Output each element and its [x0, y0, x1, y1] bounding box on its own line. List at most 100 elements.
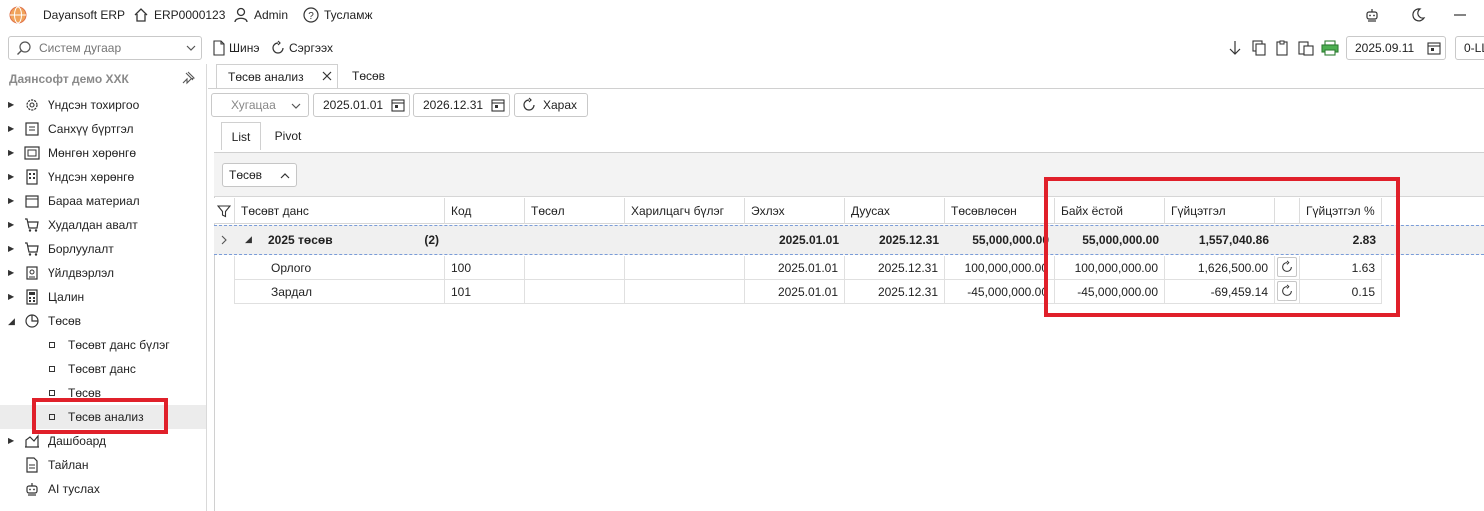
expand-arrow-icon[interactable]: ▶ — [8, 292, 16, 302]
row-refresh-button[interactable] — [1277, 281, 1297, 301]
cell-actual[interactable]: -69,459.14 — [1165, 280, 1275, 304]
tab-budget[interactable]: Төсөв — [352, 64, 385, 88]
cell-actual[interactable]: 1,626,500.00 — [1165, 256, 1275, 280]
copy-button[interactable] — [1251, 38, 1267, 58]
theme-toggle-button[interactable] — [1410, 6, 1426, 24]
cell-budget-account[interactable]: Зардал — [235, 280, 445, 304]
cell-percent[interactable]: 0.15 — [1300, 280, 1382, 304]
cell-planned[interactable]: 100,000,000.00 — [945, 256, 1055, 280]
cell-percent[interactable]: 1.63 — [1300, 256, 1382, 280]
bullet-square-icon — [49, 414, 55, 420]
company-code-link[interactable]: ERP0000123 — [133, 6, 225, 24]
system-number-search[interactable] — [8, 36, 202, 60]
tab-pivot[interactable]: Pivot — [266, 122, 310, 150]
sidebar-company: Даянсофт демо ХХК — [9, 72, 129, 86]
sidebar-item-purchasing[interactable]: ▶ Худалдан авалт — [0, 213, 206, 237]
paste-special-button[interactable] — [1298, 38, 1314, 58]
column-header-start[interactable]: Эхлэх — [745, 198, 845, 224]
sidebar-item-production[interactable]: ▶ Үйлдвэрлэл — [0, 261, 206, 285]
tab-budget-analysis[interactable]: Төсөв анализ — [216, 64, 338, 88]
row-refresh-button[interactable] — [1277, 257, 1297, 277]
cell-project[interactable] — [525, 256, 625, 280]
cell-project[interactable] — [525, 280, 625, 304]
expand-arrow-icon[interactable]: ▶ — [8, 172, 16, 182]
expand-arrow-icon[interactable]: ▶ — [8, 100, 16, 110]
sidebar-item-ai-assistant[interactable]: AI туслах — [0, 477, 206, 501]
period-select[interactable]: Хугацаа — [211, 93, 309, 117]
expand-arrow-icon[interactable]: ▶ — [8, 268, 16, 278]
close-icon[interactable] — [322, 71, 332, 81]
expand-arrow-icon[interactable]: ▶ — [8, 196, 16, 206]
group-collapse-icon[interactable]: ◢ — [245, 234, 252, 245]
chevron-up-icon[interactable] — [279, 170, 291, 182]
sidebar-item-fixed-assets[interactable]: ▶ Үндсэн хөрөнгө — [0, 165, 206, 189]
column-header-partner-group[interactable]: Харилцагч бүлэг — [625, 198, 745, 224]
minimize-button[interactable] — [1452, 6, 1468, 24]
expand-arrow-icon[interactable]: ▶ — [8, 436, 16, 446]
cell-partner-group[interactable] — [625, 256, 745, 280]
collapse-arrow-icon[interactable]: ◢ — [8, 316, 16, 326]
cell-budget-account[interactable]: Орлого — [235, 256, 445, 280]
calendar-icon[interactable] — [391, 98, 405, 112]
column-header-actual[interactable]: Гүйцэтгэл — [1165, 198, 1275, 224]
new-button[interactable]: Шинэ — [212, 38, 259, 58]
sidebar-item-budget-list[interactable]: Төсөв — [0, 381, 206, 405]
column-header-percent[interactable]: Гүйцэтгэл % — [1300, 198, 1382, 224]
start-date-picker[interactable]: 2025.01.01 — [313, 93, 410, 117]
expand-arrow-icon[interactable]: ▶ — [8, 148, 16, 158]
end-date-picker[interactable]: 2026.12.31 — [413, 93, 510, 117]
print-button[interactable] — [1321, 38, 1339, 58]
search-input[interactable] — [39, 40, 179, 56]
calendar-icon[interactable] — [1427, 41, 1441, 55]
column-header-expected[interactable]: Байх ёстой — [1055, 198, 1165, 224]
sidebar-item-general-settings[interactable]: ▶ Үндсэн тохиргоо — [0, 93, 206, 117]
sidebar-item-sales[interactable]: ▶ Борлуулалт — [0, 237, 206, 261]
column-header-budget-account[interactable]: Төсөвт данс — [235, 198, 445, 224]
sidebar-item-finance[interactable]: ▶ Санхүү бүртгэл — [0, 117, 206, 141]
download-button[interactable] — [1228, 38, 1242, 58]
cell-expected[interactable]: 100,000,000.00 — [1055, 256, 1165, 280]
user-menu[interactable]: Admin — [233, 6, 288, 24]
sidebar-item-budget-analysis[interactable]: Төсөв анализ — [0, 405, 206, 429]
view-button[interactable]: Харах — [514, 93, 588, 117]
cell-partner-group[interactable] — [625, 280, 745, 304]
cell-start[interactable]: 2025.01.01 — [745, 256, 845, 280]
refresh-button[interactable]: Сэргээх — [270, 38, 333, 58]
paste-button[interactable] — [1275, 38, 1291, 58]
sidebar-item-inventory[interactable]: ▶ Бараа материал — [0, 189, 206, 213]
sidebar-item-budget[interactable]: ◢ Төсөв — [0, 309, 206, 333]
sidebar-item-payroll[interactable]: ▶ Цалин — [0, 285, 206, 309]
sidebar-item-budget-account-group[interactable]: Төсөвт данс бүлэг — [0, 333, 206, 357]
sidebar-item-reports[interactable]: Тайлан — [0, 453, 206, 477]
expand-arrow-icon[interactable]: ▶ — [8, 244, 16, 254]
cell-code[interactable]: 100 — [445, 256, 525, 280]
working-date-picker[interactable]: 2025.09.11 — [1346, 36, 1446, 60]
user-code-field[interactable]: 0-LL — [1455, 36, 1484, 60]
expand-arrow-icon[interactable]: ▶ — [8, 124, 16, 134]
cell-end[interactable]: 2025.12.31 — [845, 256, 945, 280]
column-header-project[interactable]: Төсөл — [525, 198, 625, 224]
group-chip-budget[interactable]: Төсөв — [222, 163, 297, 187]
cell-code[interactable]: 101 — [445, 280, 525, 304]
sidebar-item-dashboard[interactable]: ▶ Дашбоард — [0, 429, 206, 453]
cell-start[interactable]: 2025.01.01 — [745, 280, 845, 304]
help-link[interactable]: ? Тусламж — [303, 6, 372, 24]
cell-expected[interactable]: -45,000,000.00 — [1055, 280, 1165, 304]
cell-end[interactable]: 2025.12.31 — [845, 280, 945, 304]
chevron-right-icon[interactable] — [219, 234, 229, 246]
cell-planned[interactable]: -45,000,000.00 — [945, 280, 1055, 304]
column-header-planned[interactable]: Төсөвлөсөн — [945, 198, 1055, 224]
expand-arrow-icon[interactable]: ▶ — [8, 220, 16, 230]
filter-icon[interactable] — [217, 204, 231, 218]
column-header-code[interactable]: Код — [445, 198, 525, 224]
sidebar-item-cash[interactable]: ▶ Мөнгөн хөрөнгө — [0, 141, 206, 165]
filter-column-header[interactable] — [214, 198, 235, 224]
chevron-down-icon[interactable] — [185, 42, 197, 54]
calculator-icon — [24, 289, 40, 305]
robot-assistant-button[interactable] — [1364, 6, 1380, 24]
tab-list[interactable]: List — [221, 122, 261, 150]
pin-icon[interactable] — [181, 71, 195, 85]
calendar-icon[interactable] — [491, 98, 505, 112]
column-header-end[interactable]: Дуусах — [845, 198, 945, 224]
sidebar-item-budget-account[interactable]: Төсөвт данс — [0, 357, 206, 381]
